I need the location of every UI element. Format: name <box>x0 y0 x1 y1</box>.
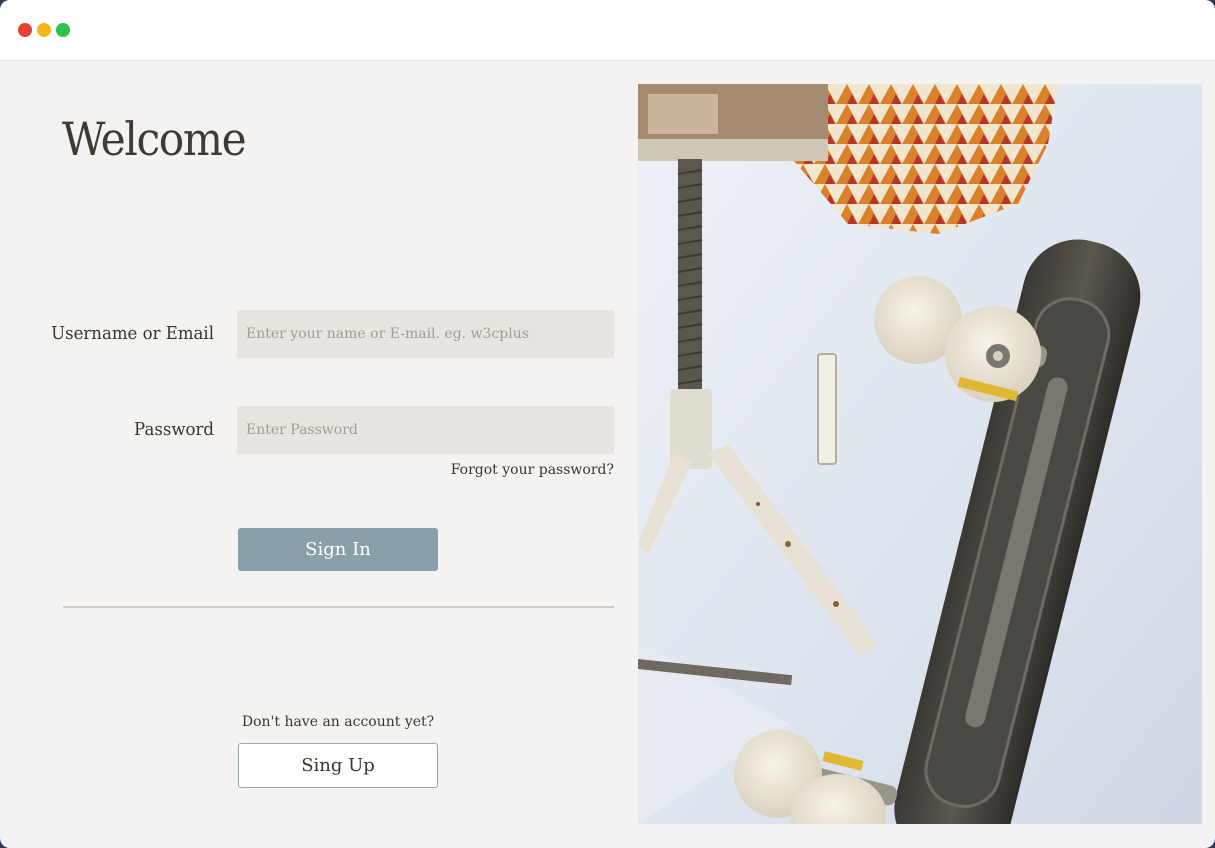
forgot-password-link[interactable]: Forgot your password? <box>451 462 614 478</box>
hero-photo <box>638 84 1202 824</box>
sign-in-button[interactable]: Sign In <box>238 528 438 571</box>
no-account-text: Don't have an account yet? <box>241 714 435 730</box>
browser-window: Welcome Username or Email Password Forgo… <box>0 0 1215 848</box>
maximize-window-button[interactable] <box>56 23 70 37</box>
username-label: Username or Email <box>51 323 214 344</box>
password-label: Password <box>134 419 214 440</box>
close-window-button[interactable] <box>18 23 32 37</box>
sign-up-button[interactable]: Sing Up <box>238 743 438 788</box>
minimize-window-button[interactable] <box>37 23 51 37</box>
skateboard-photo-image <box>638 84 1202 824</box>
title-bar <box>0 0 1215 61</box>
password-input[interactable] <box>237 406 614 454</box>
divider <box>63 606 614 608</box>
page-title: Welcome <box>62 112 247 166</box>
username-email-input[interactable] <box>237 310 614 358</box>
